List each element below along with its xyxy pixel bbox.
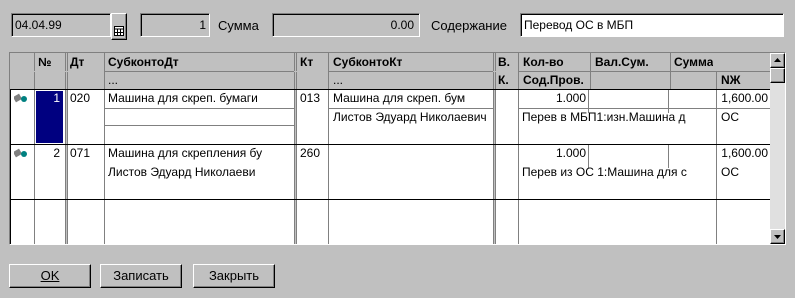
- content-value: Перевод ОС в МБП: [524, 18, 634, 32]
- col-val-sum[interactable]: Вал.Сум.: [595, 55, 649, 69]
- row-1-num[interactable]: 1: [40, 91, 60, 105]
- col-k[interactable]: К.: [498, 73, 509, 87]
- close-button[interactable]: Закрыть: [193, 264, 275, 288]
- entries-table[interactable]: № Дт СубконтоДт ... Кт СубконтоКт ... В.…: [9, 52, 786, 245]
- row-2-qty[interactable]: 1.000: [522, 146, 586, 160]
- col-v[interactable]: В.: [498, 55, 510, 69]
- arrow-down-icon: [774, 235, 781, 239]
- save-button[interactable]: Записать: [100, 264, 182, 288]
- col-sum[interactable]: Сумма: [674, 55, 714, 69]
- ok-button-label: OK: [40, 268, 60, 283]
- col-subconto-kt[interactable]: СубконтоКт: [333, 55, 403, 69]
- row-1-subconto-kt-1[interactable]: Машина для скреп. бум: [333, 91, 493, 105]
- scroll-thumb[interactable]: [770, 68, 785, 83]
- content-field[interactable]: Перевод ОС в МБП: [520, 13, 784, 37]
- sum-label: Сумма: [218, 18, 259, 33]
- calendar-button[interactable]: [111, 13, 127, 40]
- row-1-qty[interactable]: 1.000: [522, 91, 586, 105]
- number-field[interactable]: 1: [140, 13, 210, 37]
- row-1-kt[interactable]: 013: [300, 91, 320, 105]
- row-2-kt[interactable]: 260: [300, 146, 320, 160]
- sum-field[interactable]: 0.00: [272, 13, 420, 37]
- posting-icon: [14, 93, 27, 103]
- col-subconto-dt-sub: ...: [108, 73, 119, 87]
- posting-icon: [14, 148, 27, 158]
- row-1-dt[interactable]: 020: [70, 91, 90, 105]
- scroll-down-button[interactable]: [770, 229, 785, 244]
- scroll-up-button[interactable]: [770, 53, 785, 68]
- row-2-sum[interactable]: 1,600.00: [672, 146, 768, 160]
- row-1-nzh[interactable]: ОС: [721, 110, 739, 124]
- row-2-dt[interactable]: 071: [70, 146, 90, 160]
- row-1-subconto-kt-2[interactable]: Листов Эдуард Николаевич: [333, 110, 493, 124]
- content-label: Содержание: [431, 18, 507, 33]
- row-1-sum[interactable]: 1,600.00: [672, 91, 768, 105]
- row-2-nzh[interactable]: ОС: [721, 165, 739, 179]
- arrow-up-icon: [774, 58, 781, 62]
- col-nzh[interactable]: NЖ: [721, 73, 741, 87]
- save-button-label: Записать: [113, 268, 169, 283]
- ok-button[interactable]: OK: [9, 264, 91, 288]
- sum-value: 0.00: [390, 18, 414, 32]
- row-1-sod-prov[interactable]: Перев в МБП1:изн.Машина д: [522, 110, 715, 124]
- vertical-scrollbar[interactable]: [770, 53, 785, 244]
- number-value: 1: [199, 18, 206, 32]
- col-num[interactable]: №: [38, 55, 52, 69]
- row-2-subconto-dt-1[interactable]: Машина для скрепления бу: [108, 146, 294, 160]
- calendar-icon: [114, 26, 124, 36]
- date-field[interactable]: 04.04.99: [11, 13, 111, 37]
- col-dt[interactable]: Дт: [70, 55, 85, 69]
- row-2-sod-prov[interactable]: Перев из ОС 1:Машина для с: [522, 165, 715, 179]
- row-1-subconto-dt-1[interactable]: Машина для скреп. бумаги: [108, 91, 294, 105]
- col-qty[interactable]: Кол-во: [523, 55, 564, 69]
- close-button-label: Закрыть: [208, 268, 260, 283]
- row-2-num[interactable]: 2: [40, 146, 60, 160]
- col-sod-prov[interactable]: Сод.Пров.: [523, 73, 584, 87]
- col-subconto-kt-sub: ...: [333, 73, 344, 87]
- date-value: 04.04.99: [15, 18, 62, 32]
- row-2-subconto-dt-2[interactable]: Листов Эдуард Николаеви: [108, 165, 294, 179]
- col-subconto-dt[interactable]: СубконтоДт: [108, 55, 179, 69]
- col-kt[interactable]: Кт: [300, 55, 314, 69]
